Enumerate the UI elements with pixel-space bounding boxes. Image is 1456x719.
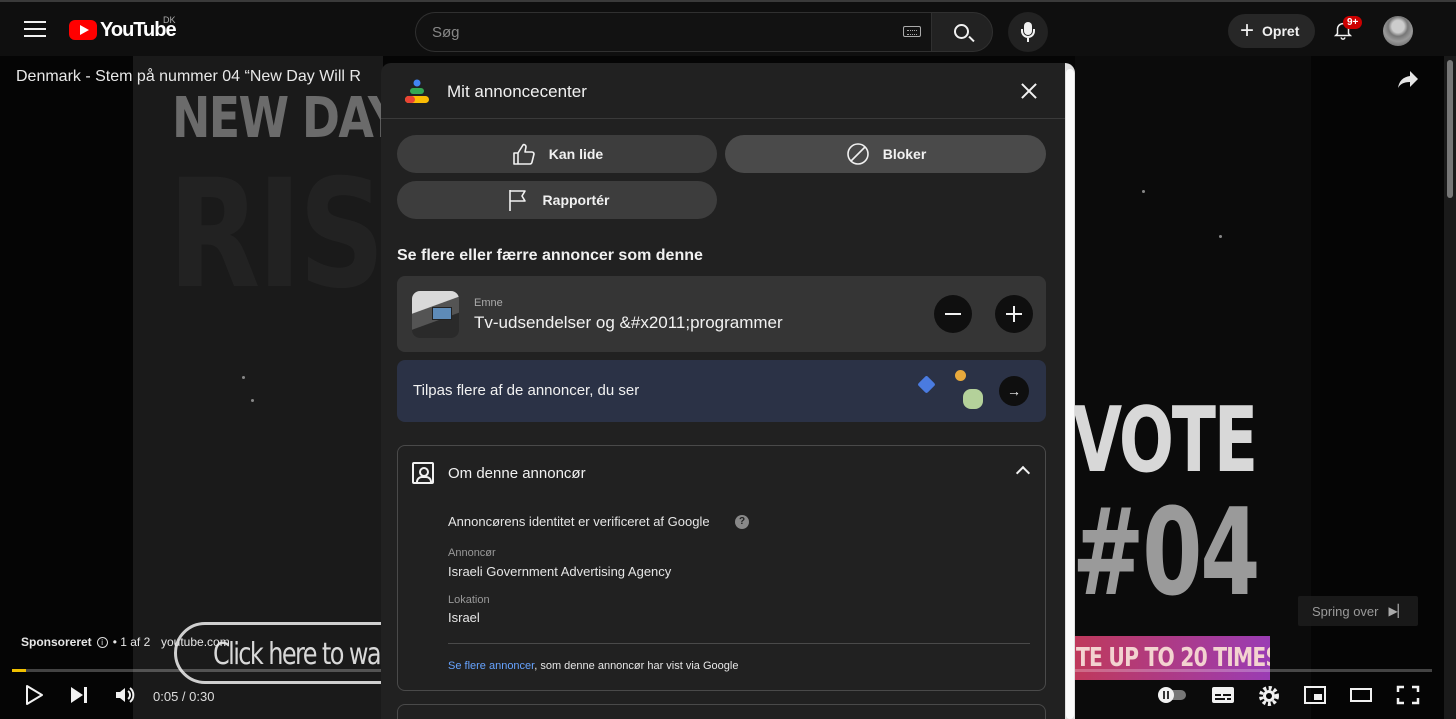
youtube-play-icon [69,20,97,40]
topic-value: Tv-udsendelser og &#x2011;programmer [474,313,783,332]
play-icon[interactable] [24,684,44,706]
video-overlay-rise: RIS [168,148,385,322]
report-button[interactable]: Rapportér [397,181,717,219]
video-overlay-number: #04 [1072,484,1260,623]
next-icon[interactable] [69,684,89,706]
section-heading: Se flere eller færre annoncer som denne [397,247,703,264]
flag-icon [508,190,526,211]
theater-mode-icon[interactable] [1349,684,1373,706]
location-label: Lokation [448,594,490,606]
like-button[interactable]: Kan lide [397,135,717,173]
ad-cta-button[interactable]: Click here to wa [174,622,414,684]
avatar[interactable] [1383,16,1413,46]
more-ads-plus-button[interactable] [995,295,1033,333]
video-overlay-vote: VOTE [1072,388,1258,493]
star-dot [1142,190,1145,193]
panel-scrollbar[interactable] [1065,63,1075,719]
block-icon [846,143,869,165]
skip-icon: ▶▏ [1388,604,1407,618]
region-code: DK [163,15,176,25]
close-icon[interactable] [1019,81,1039,101]
plus-icon: + [1240,17,1255,44]
help-icon[interactable]: ? [735,515,749,529]
chevron-up-icon[interactable] [1015,465,1031,481]
customize-ads-card[interactable]: Tilpas flere af de annoncer, du ser → [397,360,1046,422]
ad-domain[interactable]: youtube.com [161,635,230,649]
see-more-link[interactable]: Se flere annoncer [448,660,534,672]
topic-label: Emne [474,297,503,309]
voice-search-button[interactable] [1008,12,1048,52]
panel-scrollbar-thumb[interactable] [1066,69,1074,719]
progress-fill [12,669,27,672]
ad-cta-text: Click here to wa [213,637,382,672]
topic-card: Emne Tv-udsendelser og &#x2011;programme… [397,276,1046,352]
create-label: Opret [1262,23,1300,39]
like-label: Kan lide [548,146,604,162]
see-more-text: Se flere annoncer, som denne annoncør ha… [448,660,738,672]
report-label: Rapportér [542,192,610,208]
divider [448,643,1030,644]
autoplay-toggle[interactable] [1156,684,1188,706]
info-icon[interactable]: i [96,636,108,648]
location-value: Israel [448,610,480,625]
video-overlay-headline: NEW DAY [172,86,401,151]
skip-label: Spring over [1312,603,1379,619]
blob-shape-icon [963,389,983,409]
advertiser-section-title[interactable]: Om denne annoncør [448,465,586,482]
youtube-logo[interactable]: YouTube DK [69,15,177,43]
page-scrollbar-thumb[interactable] [1447,60,1453,198]
settings-gear-icon[interactable] [1257,684,1281,708]
block-button[interactable]: Bloker [725,135,1046,173]
advertiser-value: Israeli Government Advertising Agency [448,564,672,579]
share-icon[interactable] [1396,68,1420,90]
create-button[interactable]: + Opret [1228,14,1315,48]
menu-icon[interactable] [22,16,48,42]
ad-position: • 1 af 2 [112,635,151,649]
panel-title: Mit annoncecenter [447,82,587,101]
diamond-shape-icon [917,375,936,394]
topic-thumbnail [412,291,459,338]
keyboard-icon[interactable] [903,26,921,37]
ad-center-logo-icon [405,79,429,103]
fullscreen-icon[interactable] [1396,684,1420,706]
ad-center-panel: Mit annoncecenter Kan lide Bloker Rappor… [381,63,1075,719]
search-icon [954,24,969,39]
search-button[interactable] [931,12,993,52]
fewer-ads-minus-button[interactable] [934,295,972,333]
video-title[interactable]: Denmark - Stem på nummer 04 “New Day Wil… [16,68,361,86]
see-more-rest: , som denne annoncør har vist via Google [534,660,739,672]
arrow-right-icon[interactable]: → [999,376,1029,406]
top-bar: YouTube DK + Opret 9+ [0,0,1456,56]
customize-text: Tilpas flere af de annoncer, du ser [413,382,640,399]
miniplayer-icon[interactable] [1303,684,1327,706]
search-bar [415,12,993,52]
thumbs-up-icon [512,143,535,165]
star-dot [251,399,254,402]
video-overlay-banner-text: TE UP TO 20 TIMES [1076,643,1270,673]
star-dot [242,376,245,379]
notification-badge: 9+ [1343,16,1363,29]
mic-icon-foot [1027,38,1029,42]
advertiser-profile-icon [412,462,434,484]
verified-text: Annoncørens identitet er verificeret af … [448,514,710,529]
advertiser-section: Om denne annoncør Annoncørens identitet … [397,445,1046,691]
circle-shape-icon [955,370,966,381]
search-input[interactable] [415,12,931,52]
sponsored-info: Sponsoreret i • 1 af 2 [21,635,150,649]
next-section-card[interactable] [397,704,1046,719]
mic-icon-stand [1021,29,1035,38]
volume-icon[interactable] [114,684,136,706]
panel-header: Mit annoncecenter [381,63,1065,119]
subtitles-icon[interactable] [1211,684,1235,706]
block-label: Bloker [882,146,927,162]
sponsored-label: Sponsoreret [21,635,92,649]
advertiser-label: Annoncør [448,547,496,559]
page-scrollbar[interactable] [1444,56,1456,719]
skip-ad-button[interactable]: Spring over ▶▏ [1298,596,1418,626]
time-display: 0:05 / 0:30 [153,689,215,704]
video-overlay-banner: TE UP TO 20 TIMES [1072,636,1270,680]
star-dot [1219,235,1222,238]
